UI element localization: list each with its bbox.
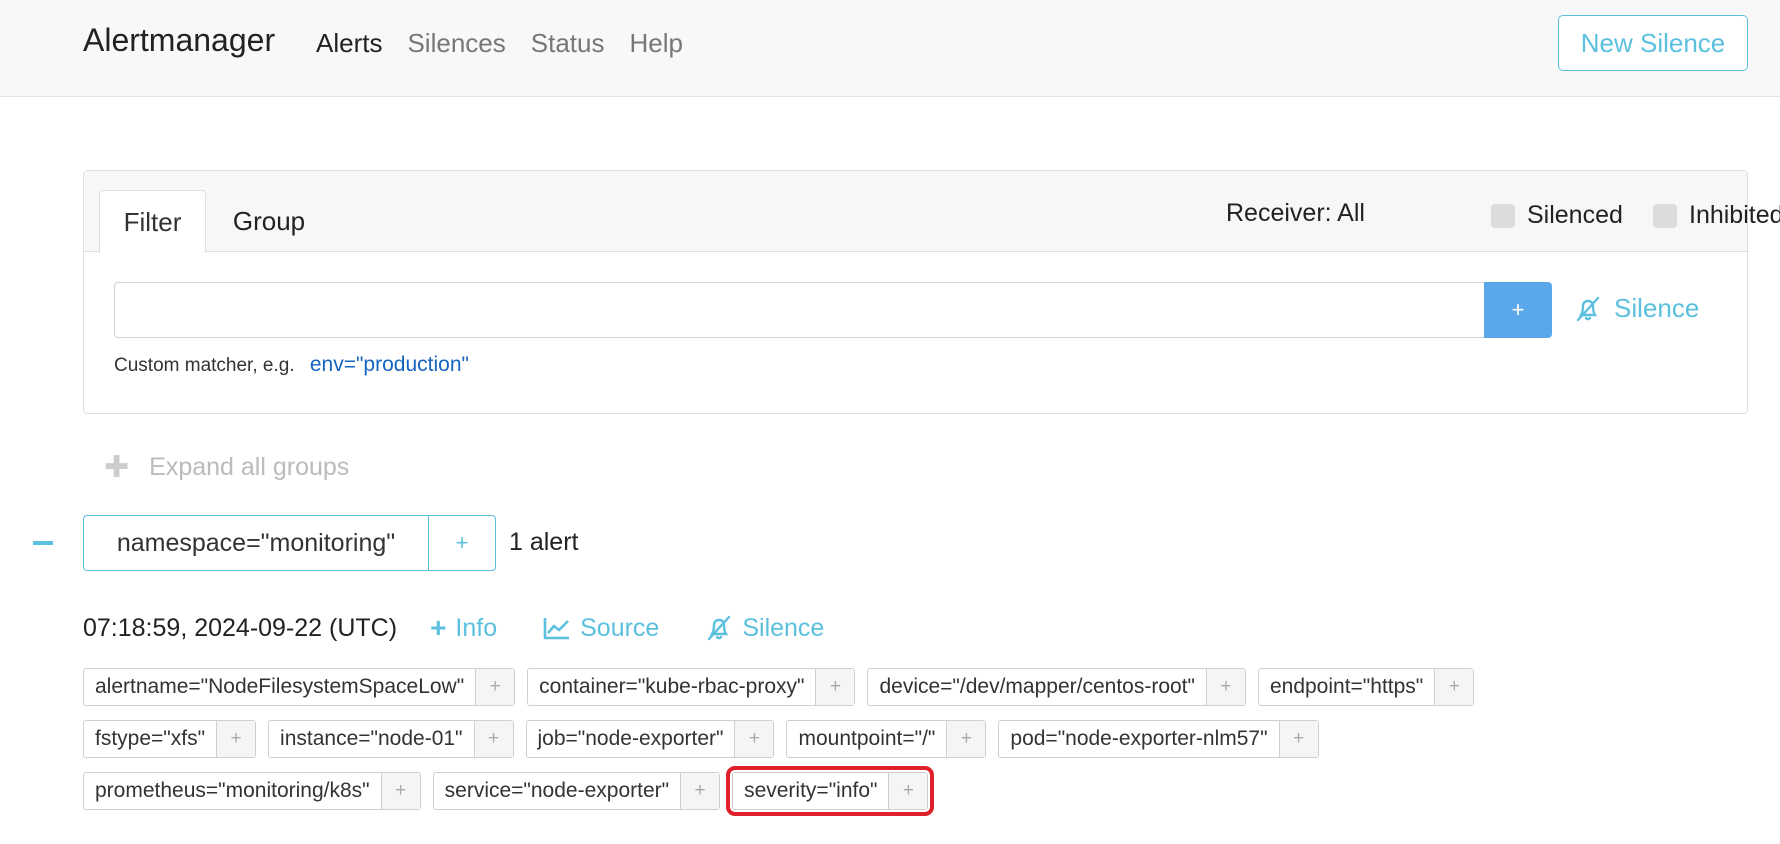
inhibited-checkbox[interactable]: Inhibited — [1653, 201, 1780, 230]
label-text[interactable]: service="node-exporter" — [434, 773, 680, 809]
label-text[interactable]: instance="node-01" — [269, 721, 473, 757]
alert-silence-button[interactable]: Silence — [705, 614, 824, 643]
add-filter-button[interactable]: + — [1484, 282, 1552, 338]
silence-filter-link[interactable]: Silence — [1574, 293, 1699, 324]
alert-silence-label: Silence — [742, 613, 825, 642]
plus-icon: + — [430, 612, 447, 643]
label-text[interactable]: prometheus="monitoring/k8s" — [84, 773, 381, 809]
label-add-button[interactable]: + — [216, 721, 256, 757]
label-row: fstype="xfs" + instance="node-01" + job="n… — [83, 720, 1743, 758]
nav-help[interactable]: Help — [629, 28, 682, 59]
filter-card-header: Filter Group Receiver: All Silenced Inhi… — [84, 171, 1780, 253]
silence-filter-label: Silence — [1614, 293, 1700, 323]
label-row: prometheus="monitoring/k8s" + service="no… — [83, 766, 1743, 816]
alert-info-button[interactable]: + Info — [430, 612, 497, 644]
label-add-button[interactable]: + — [1278, 721, 1318, 757]
label-add-button[interactable]: + — [946, 721, 986, 757]
new-silence-button[interactable]: New Silence — [1558, 15, 1748, 71]
alert-count: 1 alert — [509, 528, 579, 556]
label-add-button[interactable]: + — [475, 669, 515, 705]
receiver-dropdown[interactable]: Receiver: All — [1226, 199, 1365, 228]
expand-all-label: Expand all groups — [149, 453, 350, 481]
checkbox-box[interactable] — [1653, 203, 1677, 228]
navbar: Alertmanager Alerts Silences Status Help… — [0, 0, 1780, 97]
silenced-checkbox[interactable]: Silenced — [1491, 201, 1623, 230]
matcher-hint: Custom matcher, e.g. env="production" — [114, 353, 469, 377]
inhibited-label: Inhibited — [1689, 201, 1780, 229]
silenced-label: Silenced — [1527, 201, 1623, 229]
label-row: alertname="NodeFilesystemSpaceLow" + cont… — [83, 668, 1743, 706]
alert-labels: alertname="NodeFilesystemSpaceLow" + cont… — [83, 668, 1743, 824]
alert-row: 07:18:59, 2024-09-22 (UTC) + Info Source… — [83, 612, 870, 644]
collapse-group-icon[interactable] — [33, 541, 53, 545]
chart-line-icon — [543, 618, 570, 640]
filter-input[interactable] — [114, 282, 1484, 338]
label-container: container="kube-rbac-proxy" + — [527, 668, 856, 706]
label-instance: instance="node-01" + — [268, 720, 514, 758]
tab-filter[interactable]: Filter — [99, 190, 206, 253]
label-add-button[interactable]: + — [1205, 669, 1245, 705]
filter-card: Filter Group Receiver: All Silenced Inhi… — [83, 170, 1780, 414]
info-label: Info — [455, 613, 498, 642]
label-add-button[interactable]: + — [680, 773, 720, 809]
label-text[interactable]: mountpoint="/" — [787, 721, 946, 757]
label-add-button[interactable]: + — [888, 773, 928, 809]
tab-group[interactable]: Group — [214, 190, 324, 253]
label-mountpoint: mountpoint="/" + — [786, 720, 987, 758]
label-device: device="/dev/mapper/centos-root" + — [867, 668, 1246, 706]
label-alertname: alertname="NodeFilesystemSpaceLow" + — [83, 668, 516, 706]
hint-text: Custom matcher, e.g. — [114, 355, 295, 376]
label-add-button[interactable]: + — [815, 669, 855, 705]
bell-slash-icon — [1576, 296, 1600, 321]
label-endpoint: endpoint="https" + — [1257, 668, 1475, 706]
label-pod: pod="node-exporter-nlm57" + — [998, 720, 1319, 758]
group-add-filter-button[interactable]: + — [428, 515, 496, 571]
label-add-button[interactable]: + — [473, 721, 513, 757]
bell-slash-icon — [708, 615, 731, 641]
nav-alerts[interactable]: Alerts — [316, 28, 382, 59]
label-add-button[interactable]: + — [734, 721, 774, 757]
label-service: service="node-exporter" + — [432, 772, 721, 810]
expand-all-groups-button[interactable]: ✚ Expand all groups — [104, 450, 349, 485]
label-text[interactable]: fstype="xfs" — [84, 721, 216, 757]
brand-logo[interactable]: Alertmanager — [83, 22, 275, 59]
label-prometheus: prometheus="monitoring/k8s" + — [83, 772, 421, 810]
label-text[interactable]: job="node-exporter" — [527, 721, 735, 757]
label-text[interactable]: container="kube-rbac-proxy" — [528, 669, 815, 705]
label-fstype: fstype="xfs" + — [83, 720, 257, 758]
label-severity: severity="info" + — [726, 766, 935, 816]
alert-timestamp: 07:18:59, 2024-09-22 (UTC) — [83, 613, 398, 642]
plus-icon: ✚ — [104, 451, 130, 484]
nav-status[interactable]: Status — [531, 28, 605, 59]
label-text[interactable]: severity="info" — [733, 773, 888, 809]
label-text[interactable]: device="/dev/mapper/centos-root" — [868, 669, 1206, 705]
checkbox-box[interactable] — [1491, 203, 1515, 228]
source-label: Source — [580, 613, 660, 642]
label-text[interactable]: alertname="NodeFilesystemSpaceLow" — [84, 669, 475, 705]
hint-example[interactable]: env="production" — [310, 353, 469, 376]
main-nav: Alerts Silences Status Help — [316, 28, 683, 59]
label-add-button[interactable]: + — [380, 773, 420, 809]
group-label[interactable]: namespace="monitoring" — [83, 515, 429, 571]
alert-source-link[interactable]: Source — [543, 614, 659, 643]
label-add-button[interactable]: + — [1434, 669, 1474, 705]
label-job: job="node-exporter" + — [525, 720, 775, 758]
nav-silences[interactable]: Silences — [407, 28, 505, 59]
label-text[interactable]: endpoint="https" — [1259, 669, 1434, 705]
label-text[interactable]: pod="node-exporter-nlm57" — [999, 721, 1278, 757]
